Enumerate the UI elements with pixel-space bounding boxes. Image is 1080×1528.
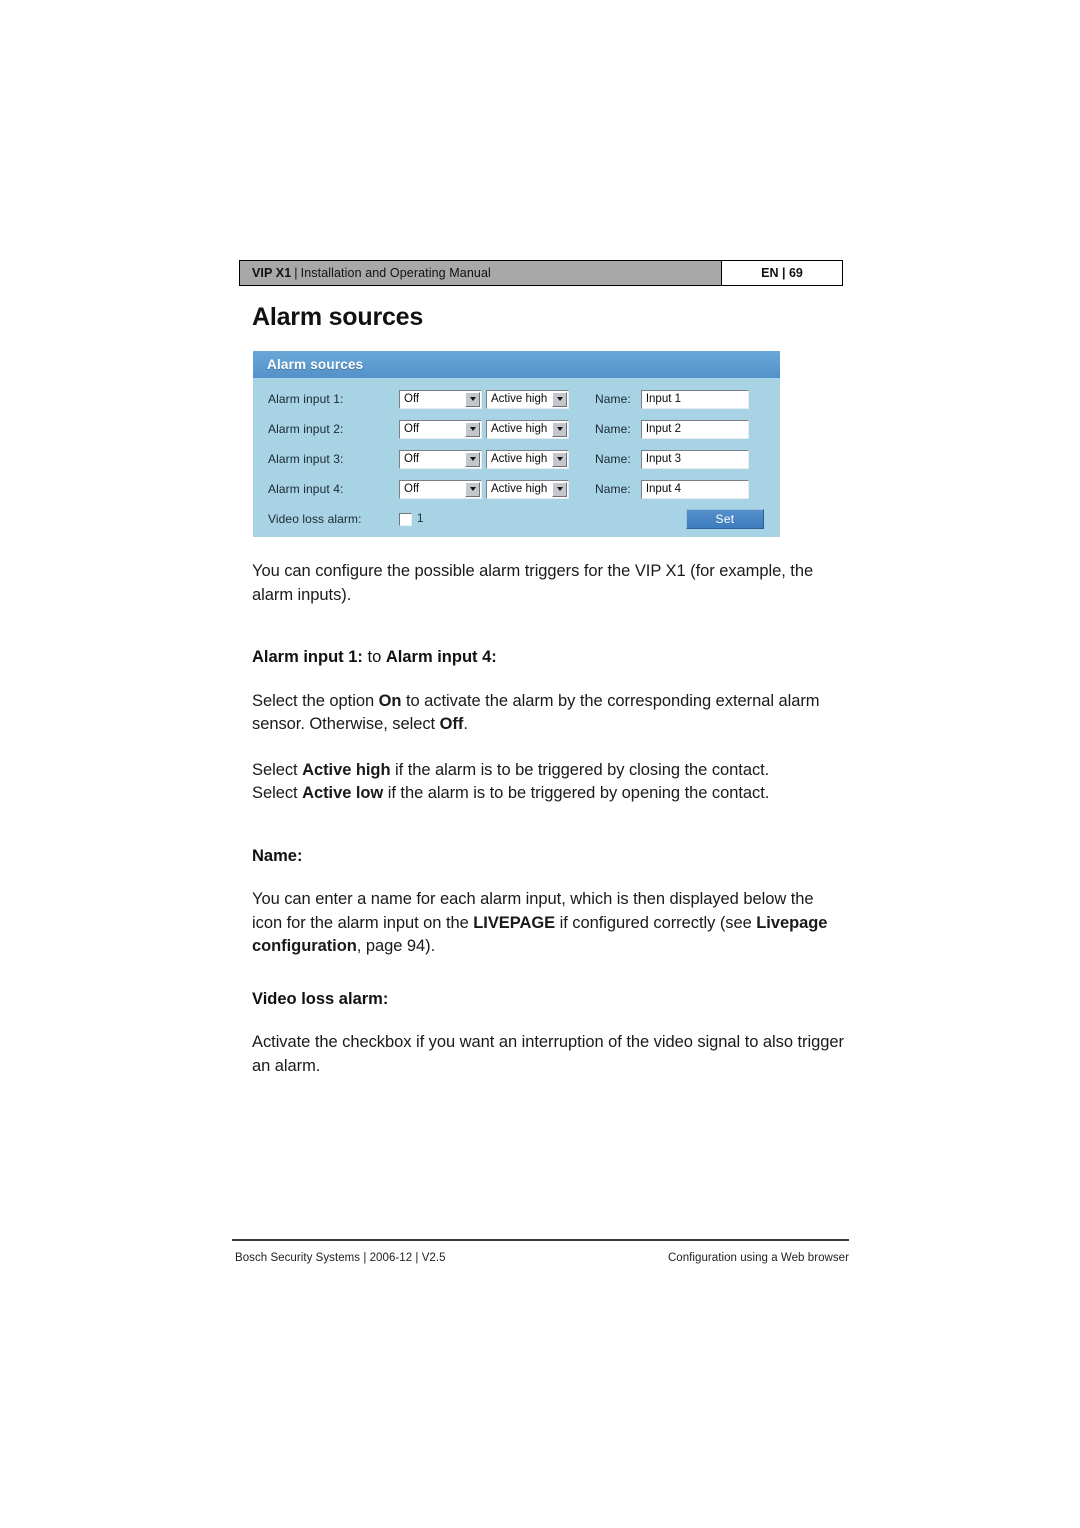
alarm-input-3-label: Alarm input 3: [268,452,344,466]
footer-right-text: Configuration using a Web browser [667,1252,849,1264]
running-header: VIP X1 | Installation and Operating Manu… [239,260,843,286]
heading-alarm-inputs-bold1: Alarm input 1: [252,648,363,666]
alarm-input-1-name-field[interactable]: Input 1 [640,389,749,409]
alarm-input-4-name-value: Input 4 [645,483,682,495]
alarm-input-1-mode-value: Off [404,393,420,405]
set-button[interactable]: Set [686,509,764,529]
alarm-input-2-mode-value: Off [404,423,420,435]
p3-part-a: Select [252,784,303,802]
p1-off-keyword: Off [439,715,464,733]
heading-alarm-inputs-bold2: Alarm input 4: [385,648,497,666]
alarm-input-3-name-field[interactable]: Input 3 [640,449,749,469]
name-part-e: , page 94). [356,937,436,955]
alarm-input-4-mode-select[interactable]: Off [399,479,482,499]
alarm-input-2-mode-select[interactable]: Off [399,419,482,439]
alarm-input-1-name-label: Name: [595,392,631,406]
alarm-input-4-mode-value: Off [404,483,420,495]
running-header-product: VIP X1 [252,266,292,280]
panel-header: Alarm sources [253,351,780,378]
alarm-input-row-1: Alarm input 1: Off Active high Name: Inp… [253,384,780,414]
running-header-manual-title: Installation and Operating Manual [300,266,491,280]
page-footer: Bosch Security Systems | 2006-12 | V2.5 … [235,1252,849,1264]
running-header-title: VIP X1 | Installation and Operating Manu… [240,261,721,285]
video-loss-paragraph: Activate the checkbox if you want an int… [252,1033,844,1075]
alarm-input-2-name-value: Input 2 [645,423,682,435]
alarm-input-2-polarity-select[interactable]: Active high [486,419,569,439]
running-header-separator: | [294,266,298,280]
p1-on-keyword: On [378,691,402,710]
heading-video-loss-alarm: Video loss alarm: [252,989,389,1008]
alarm-input-4-polarity-value: Active high [491,483,548,495]
alarm-inputs-paragraph-2: Select Active high if the alarm is to be… [252,759,844,783]
chevron-down-icon[interactable] [465,451,480,467]
intro-paragraph: You can configure the possible alarm tri… [252,562,814,604]
alarm-input-3-name-value: Input 3 [645,453,682,465]
alarm-input-1-label: Alarm input 1: [268,392,344,406]
alarm-input-3-polarity-value: Active high [491,453,548,465]
name-part-c: if configured correctly (see [555,913,757,932]
video-loss-alarm-label: Video loss alarm: [268,512,362,526]
p2-part-a: Select [252,760,303,779]
alarm-inputs-paragraph-3: Select Active low if the alarm is to be … [252,782,844,806]
chevron-down-icon[interactable] [552,451,567,467]
alarm-input-1-polarity-value: Active high [491,393,548,405]
alarm-input-4-name-label: Name: [595,482,631,496]
livepage-keyword: LIVEPAGE [473,913,556,932]
footer-divider [232,1239,849,1241]
video-loss-alarm-checkbox-number: 1 [417,513,424,525]
alarm-input-3-mode-value: Off [404,453,420,465]
page-title: Alarm sources [252,303,424,331]
name-paragraph: You can enter a name for each alarm inpu… [252,888,844,959]
p2-active-high-keyword: Active high [302,760,391,779]
alarm-input-1-mode-select[interactable]: Off [399,389,482,409]
running-header-page-number: EN | 69 [721,261,842,285]
chevron-down-icon[interactable] [465,481,480,497]
alarm-input-3-name-label: Name: [595,452,631,466]
alarm-input-3-mode-select[interactable]: Off [399,449,482,469]
alarm-input-1-polarity-select[interactable]: Active high [486,389,569,409]
document-page: VIP X1 | Installation and Operating Manu… [0,0,1080,1528]
alarm-input-4-label: Alarm input 4: [268,482,344,496]
chevron-down-icon[interactable] [552,421,567,437]
footer-left-text: Bosch Security Systems | 2006-12 | V2.5 [235,1252,446,1264]
video-loss-alarm-row: Video loss alarm: 1 Set [253,504,780,534]
alarm-input-2-label: Alarm input 2: [268,422,344,436]
video-loss-alarm-checkbox-wrap[interactable]: 1 [399,512,424,526]
alarm-input-2-name-label: Name: [595,422,631,436]
p1-part-a: Select the option [252,691,379,710]
alarm-input-4-name-field[interactable]: Input 4 [640,479,749,499]
alarm-input-2-polarity-value: Active high [491,423,548,435]
p1-part-e: . [463,715,468,733]
page-content: You can configure the possible alarm tri… [252,560,844,1100]
video-loss-alarm-checkbox[interactable] [399,512,412,526]
alarm-input-4-polarity-select[interactable]: Active high [486,479,569,499]
alarm-input-row-4: Alarm input 4: Off Active high Name: Inp… [253,474,780,504]
alarm-input-row-3: Alarm input 3: Off Active high Name: Inp… [253,444,780,474]
p3-active-low-keyword: Active low [302,784,384,802]
alarm-input-row-2: Alarm input 2: Off Active high Name: Inp… [253,414,780,444]
chevron-down-icon[interactable] [465,421,480,437]
alarm-sources-panel: Alarm sources Alarm input 1: Off Active … [253,351,780,537]
panel-title: Alarm sources [267,357,364,372]
chevron-down-icon[interactable] [552,481,567,497]
p2-part-c: if the alarm is to be triggered by closi… [390,760,770,779]
chevron-down-icon[interactable] [465,391,480,407]
heading-alarm-inputs-regular: to [362,648,386,666]
heading-alarm-inputs: Alarm input 1: to Alarm input 4: [252,646,844,670]
alarm-input-1-name-value: Input 1 [645,393,682,405]
alarm-inputs-paragraph-1: Select the option On to activate the ala… [252,690,844,737]
alarm-input-3-polarity-select[interactable]: Active high [486,449,569,469]
p3-part-c: if the alarm is to be triggered by openi… [383,784,770,802]
panel-body: Alarm input 1: Off Active high Name: Inp… [253,378,780,534]
alarm-input-2-name-field[interactable]: Input 2 [640,419,749,439]
chevron-down-icon[interactable] [552,391,567,407]
heading-name: Name: [252,846,303,865]
